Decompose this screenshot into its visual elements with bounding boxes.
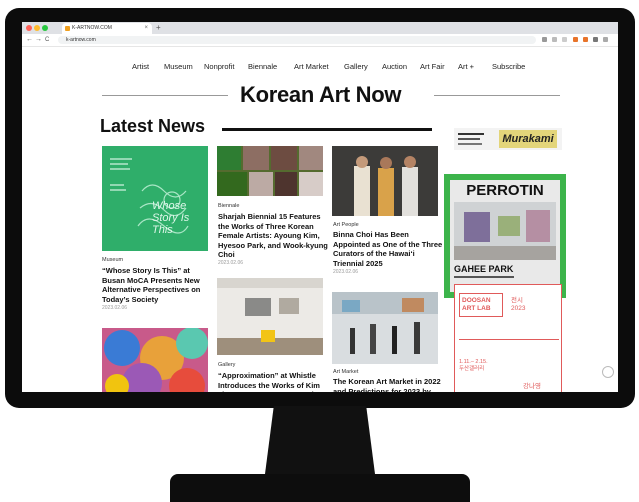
back-arrow-icon[interactable]: ←	[26, 34, 33, 46]
article-image[interactable]	[217, 146, 323, 196]
ad-text-line	[454, 276, 514, 278]
doosan-logo: DOOSAN ART LAB	[459, 293, 503, 317]
tab-close-icon[interactable]: ×	[144, 23, 148, 34]
article-category: Biennale	[218, 203, 240, 209]
murakami-graphic: Murakami	[499, 130, 557, 148]
ad-text-line	[458, 143, 482, 145]
monitor-stand-base	[170, 474, 470, 502]
sidebar-icon[interactable]	[603, 37, 608, 42]
browser-window: K-ARTNOW.COM × + ← → C k-artnow.com Arti…	[22, 22, 618, 392]
doosan-ad[interactable]: DOOSAN ART LAB 전시 2023 1.11.– 2.15. 두산갤러…	[454, 284, 562, 392]
site-nav: Artist Museum Nonprofit Biennale Art Mar…	[132, 62, 552, 74]
monitor-bezel: K-ARTNOW.COM × + ← → C k-artnow.com Arti…	[5, 8, 635, 408]
article-title[interactable]: “Approximation” at Whistle Introduces th…	[218, 371, 330, 392]
nav-item-nonprofit[interactable]: Nonprofit	[204, 62, 234, 71]
article-category: Gallery	[218, 362, 236, 368]
ad-text-line	[458, 133, 484, 135]
curators-photo	[332, 146, 438, 216]
murakami-ad[interactable]: Murakami	[454, 128, 562, 150]
section-title: Latest News	[100, 116, 206, 136]
doosan-dates: 1.11.– 2.15. 두산갤러리	[459, 359, 488, 372]
article-title[interactable]: Binna Choi Has Been Appointed as One of …	[333, 230, 445, 268]
article-title[interactable]: “Whose Story Is This” at Busan MoCA Pres…	[102, 266, 210, 304]
extension-icon[interactable]	[573, 37, 578, 42]
article-title[interactable]: The Korean Art Market in 2022 and Predic…	[333, 377, 445, 392]
puzzle-icon[interactable]	[593, 37, 598, 42]
url-text: k-artnow.com	[66, 37, 96, 43]
extension-icon[interactable]	[583, 37, 588, 42]
brand-divider-left	[102, 95, 228, 96]
brand-divider-right	[434, 95, 560, 96]
nav-item-museum[interactable]: Museum	[164, 62, 193, 71]
nav-item-auction[interactable]: Auction	[382, 62, 407, 71]
article-title[interactable]: Sharjah Biennial 15 Features the Works o…	[218, 212, 328, 260]
article-category: Art People	[333, 222, 359, 228]
section-rule	[222, 128, 432, 131]
nav-item-art-market[interactable]: Art Market	[294, 62, 329, 71]
address-bar-row: ← → C k-artnow.com	[22, 34, 618, 47]
search-icon[interactable]	[542, 37, 547, 42]
article-category: Museum	[102, 257, 124, 263]
maximize-window-icon[interactable]	[42, 25, 48, 31]
nav-item-gallery[interactable]: Gallery	[344, 62, 368, 71]
article-category: Art Market	[333, 369, 359, 375]
favicon-icon	[65, 26, 70, 31]
poster-text-overlay: Whose Story Is This	[152, 200, 204, 245]
biennale-collage	[217, 146, 323, 196]
gallery-interior	[217, 278, 323, 355]
nav-item-biennale[interactable]: Biennale	[248, 62, 277, 71]
doosan-year: 전시 2023	[511, 297, 526, 312]
reload-icon[interactable]: C	[45, 34, 49, 46]
share-icon[interactable]	[552, 37, 557, 42]
forward-arrow-icon[interactable]: →	[35, 34, 42, 46]
doosan-artist: 강나영	[523, 383, 541, 390]
article-image[interactable]	[332, 146, 438, 216]
minimize-window-icon[interactable]	[34, 25, 40, 31]
new-tab-icon[interactable]: +	[156, 22, 161, 34]
close-window-icon[interactable]	[26, 25, 32, 31]
scroll-top-icon[interactable]	[602, 366, 614, 378]
perrotin-ad[interactable]: PERROTIN GAHEE PARK	[444, 174, 566, 298]
art-fair-photo	[332, 292, 438, 364]
article-date: 2023.02.06	[218, 260, 244, 266]
article-image[interactable]	[102, 328, 208, 392]
article-image[interactable]	[217, 278, 323, 355]
nav-item-subscribe[interactable]: Subscribe	[492, 62, 525, 71]
perrotin-logo: PERROTIN	[466, 182, 544, 199]
ad-divider	[459, 339, 559, 340]
ad-text-line	[458, 138, 480, 140]
perrotin-ad-inner: PERROTIN GAHEE PARK	[450, 180, 560, 292]
monitor-stand-neck	[265, 406, 375, 474]
site-logo[interactable]: Korean Art Now	[240, 82, 402, 108]
article-date: 2023.02.06	[102, 305, 128, 311]
exhibition-photo	[454, 202, 556, 260]
url-input[interactable]: k-artnow.com	[58, 36, 536, 44]
nav-item-art-plus[interactable]: Art +	[458, 62, 474, 71]
article-image[interactable]	[332, 292, 438, 364]
star-icon[interactable]	[562, 37, 567, 42]
painting-thumbnail	[102, 328, 208, 392]
browser-tab[interactable]: K-ARTNOW.COM ×	[62, 23, 152, 34]
tab-title: K-ARTNOW.COM	[72, 25, 112, 31]
article-date: 2023.02.06	[333, 269, 359, 275]
perrotin-artist: GAHEE PARK	[454, 264, 514, 274]
nav-item-artist[interactable]: Artist	[132, 62, 149, 71]
nav-item-art-fair[interactable]: Art Fair	[420, 62, 445, 71]
tab-bar: K-ARTNOW.COM × +	[22, 22, 618, 34]
poster-title: Whose Story Is This	[152, 200, 190, 236]
